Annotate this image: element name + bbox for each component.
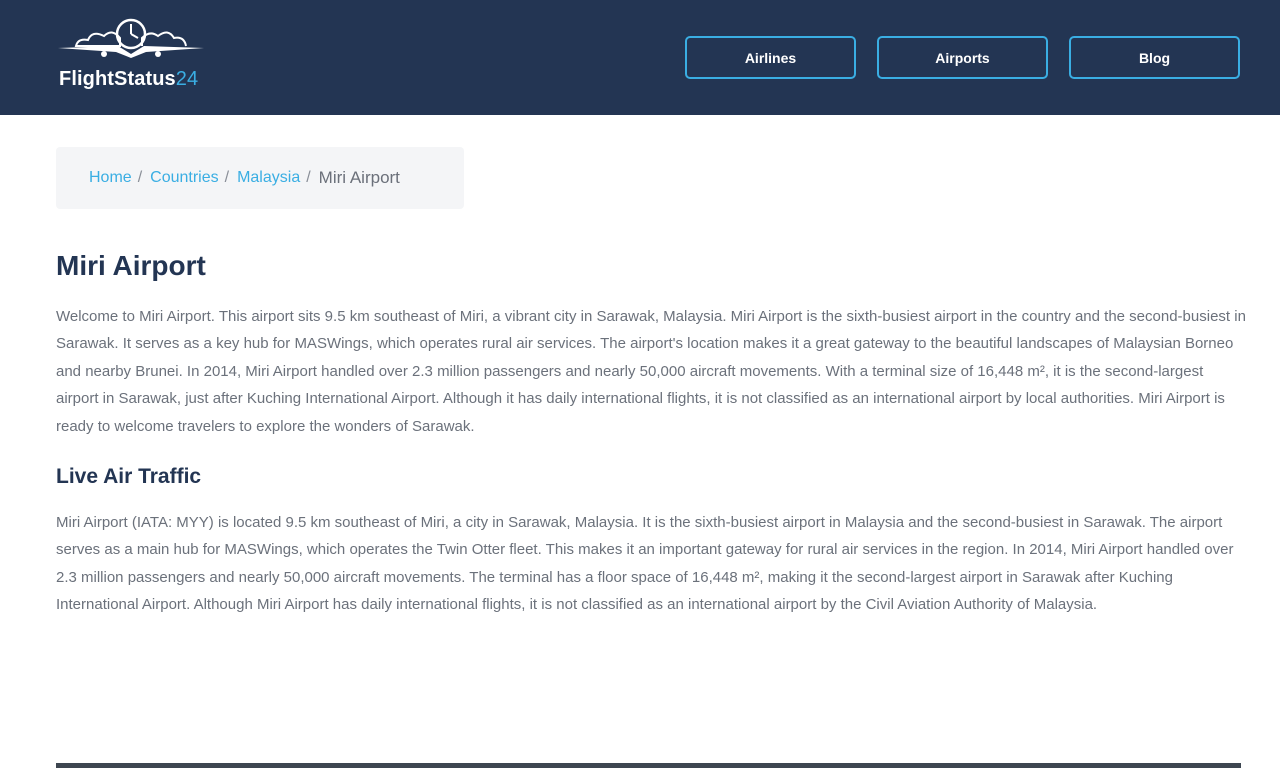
breadcrumb-current: Miri Airport — [318, 168, 400, 187]
nav-blog-button[interactable]: Blog — [1069, 36, 1240, 79]
intro-paragraph: Welcome to Miri Airport. This airport si… — [56, 308, 1246, 435]
nav-airlines-button[interactable]: Airlines — [685, 36, 856, 79]
breadcrumb: Home / Countries / Malaysia / Miri Airpo… — [56, 147, 464, 209]
site-logo[interactable]: FlightStatus24 — [56, 14, 206, 94]
logo-accent: 24 — [175, 68, 199, 90]
breadcrumb-countries-link[interactable]: Countries — [150, 169, 218, 187]
breadcrumb-home-link[interactable]: Home — [89, 169, 132, 187]
breadcrumb-separator: / — [306, 169, 311, 186]
logo-name: FlightStatus — [59, 68, 176, 90]
breadcrumb-separator: / — [137, 169, 143, 186]
section-title-live-air-traffic: Live Air Traffic — [56, 465, 202, 488]
airplane-clock-icon — [58, 18, 204, 58]
logo-text: FlightStatus24 — [59, 68, 198, 91]
breadcrumb-country-link[interactable]: Malaysia — [237, 169, 300, 187]
breadcrumb-separator: / — [224, 169, 230, 186]
live-traffic-map[interactable] — [56, 763, 1241, 768]
live-air-traffic-paragraph: Miri Airport (IATA: MYY) is located 9.5 … — [56, 514, 1234, 614]
page-title: Miri Airport — [56, 250, 206, 281]
site-header: FlightStatus24 Airlines Airports Blog — [0, 0, 1280, 115]
nav-airports-button[interactable]: Airports — [877, 36, 1048, 79]
